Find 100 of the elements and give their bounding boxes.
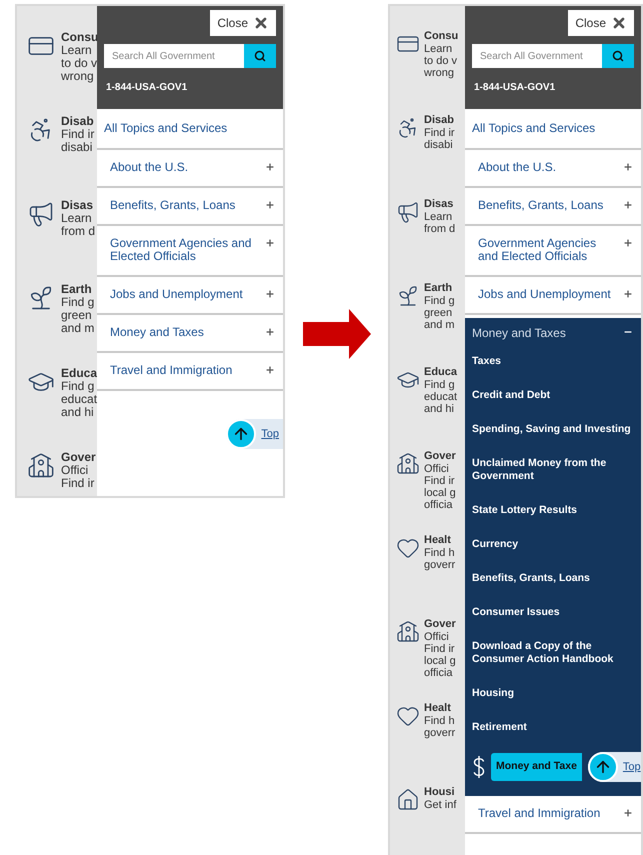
topic-description: Learn: [61, 44, 93, 57]
submenu-link[interactable]: Housing: [465, 678, 641, 712]
topic-title[interactable]: Gover: [61, 450, 96, 464]
expand-icon[interactable]: [623, 289, 633, 299]
close-button[interactable]: Close: [210, 10, 276, 36]
topic-description: Offici: [424, 463, 450, 475]
topic-description: Find ir: [424, 643, 456, 655]
submenu-link[interactable]: Taxes: [465, 346, 641, 380]
expand-icon[interactable]: [623, 238, 633, 248]
topic-description: Learn: [61, 212, 93, 225]
topic-description: disabi: [61, 141, 94, 154]
right-arrow-icon: [302, 309, 370, 359]
back-to-top-button[interactable]: Top: [588, 752, 641, 782]
topic-description: Get inf: [424, 799, 456, 811]
topic-description: Learn: [424, 43, 454, 55]
topic-title[interactable]: Gover: [424, 450, 456, 463]
arrow-up-icon: [588, 752, 618, 782]
topic-description: goverr: [424, 559, 456, 571]
search-button[interactable]: [602, 44, 634, 68]
expand-icon[interactable]: [265, 327, 275, 337]
topic-description: Learn: [424, 211, 454, 223]
topic-description: officia: [424, 499, 454, 511]
topic-description: educat: [424, 391, 458, 403]
search-icon: [254, 50, 266, 62]
topic-description: Find g: [424, 379, 456, 391]
expand-icon[interactable]: [265, 289, 275, 299]
topic-description: and m: [61, 322, 94, 335]
topic-title[interactable]: Disab: [424, 114, 455, 127]
topic-title[interactable]: Housi: [424, 786, 456, 799]
expand-icon[interactable]: [265, 365, 275, 375]
topic-description: green: [61, 309, 92, 322]
topic-title[interactable]: Healt: [424, 534, 456, 547]
topic-title[interactable]: Disab: [61, 114, 94, 128]
topic-description: Find g: [61, 380, 96, 393]
submenu-link[interactable]: State Lottery Results: [465, 495, 641, 529]
submenu-link[interactable]: Spending, Saving and Investing: [465, 414, 641, 448]
topic-description: Find h: [424, 715, 456, 727]
topic-title[interactable]: Earth: [424, 282, 455, 295]
topic-description: green: [424, 307, 454, 319]
close-button[interactable]: Close: [568, 10, 634, 36]
expand-icon[interactable]: [265, 238, 275, 248]
submenu-link[interactable]: Currency: [465, 529, 641, 563]
topic-description: local g: [424, 655, 456, 667]
search-field[interactable]: Search All Government: [472, 44, 602, 68]
topic-description: officia: [424, 667, 454, 679]
topic-title[interactable]: Gover: [424, 618, 456, 631]
phone-number[interactable]: 1-844-USA-GOV1: [104, 80, 276, 95]
topic-description: Find g: [61, 296, 94, 309]
building-icon: [27, 452, 55, 480]
topic-description: wrong: [424, 67, 455, 79]
topic-description: Find ir: [424, 475, 456, 487]
house-icon: [396, 788, 420, 812]
dollar-icon: [473, 755, 485, 779]
megaphone-icon: [396, 200, 420, 224]
topic-description: and hi: [424, 403, 455, 415]
topic-title[interactable]: Disas: [61, 198, 96, 212]
topic-description: Find g: [424, 295, 455, 307]
topic-title[interactable]: Consu: [424, 30, 458, 43]
submenu-link[interactable]: Consumer Issues: [465, 597, 641, 631]
search-icon: [612, 50, 624, 62]
topic-description: and m: [424, 319, 455, 331]
submenu-link[interactable]: Download a Copy of the Consumer Action Handbook: [465, 631, 641, 678]
arrow-up-icon: [226, 419, 256, 449]
topic-title[interactable]: Educa: [61, 366, 97, 380]
topic-description: wrong: [61, 70, 95, 83]
building-icon: [396, 452, 420, 476]
phone-number[interactable]: 1-844-USA-GOV1: [472, 80, 634, 95]
topic-description: from d: [424, 223, 456, 235]
expand-icon[interactable]: [623, 808, 633, 818]
submenu-link[interactable]: Credit and Debt: [465, 380, 641, 414]
topic-description: educat: [61, 393, 97, 406]
topic-title[interactable]: Healt: [424, 702, 456, 715]
megaphone-icon: [27, 200, 55, 228]
expand-icon[interactable]: [265, 162, 275, 172]
section-heading[interactable]: Money and Taxes: [472, 324, 566, 342]
expand-icon[interactable]: [265, 200, 275, 210]
topic-description: Find h: [424, 547, 456, 559]
topic-title[interactable]: Disas: [424, 198, 456, 211]
topic-description: Offici: [424, 631, 450, 643]
topic-description: from d: [61, 225, 96, 238]
submenu-link[interactable]: Unclaimed Money from the Government: [465, 448, 641, 495]
topic-description: Find ir: [424, 127, 455, 139]
search-button[interactable]: [244, 44, 276, 68]
expand-icon[interactable]: [623, 200, 633, 210]
expand-icon[interactable]: [623, 162, 633, 172]
topic-description: and hi: [61, 406, 95, 419]
topic-description: disabi: [424, 139, 454, 151]
search-field[interactable]: Search All Government: [104, 44, 244, 68]
building-icon: [396, 620, 420, 644]
topic-title[interactable]: Educa: [424, 366, 458, 379]
close-icon: [611, 15, 627, 31]
topic-description: Find ir: [61, 128, 94, 141]
topic-description: to do v: [61, 57, 97, 70]
submenu-link[interactable]: Benefits, Grants, Loans: [465, 563, 641, 597]
section-title-button[interactable]: Money and Taxe: [491, 753, 582, 781]
submenu-link[interactable]: Retirement: [465, 712, 641, 746]
close-icon: [253, 15, 269, 31]
topic-title[interactable]: Earth: [61, 282, 94, 296]
topic-description: to do v: [424, 55, 458, 67]
back-to-top-button[interactable]: Top: [226, 419, 283, 449]
